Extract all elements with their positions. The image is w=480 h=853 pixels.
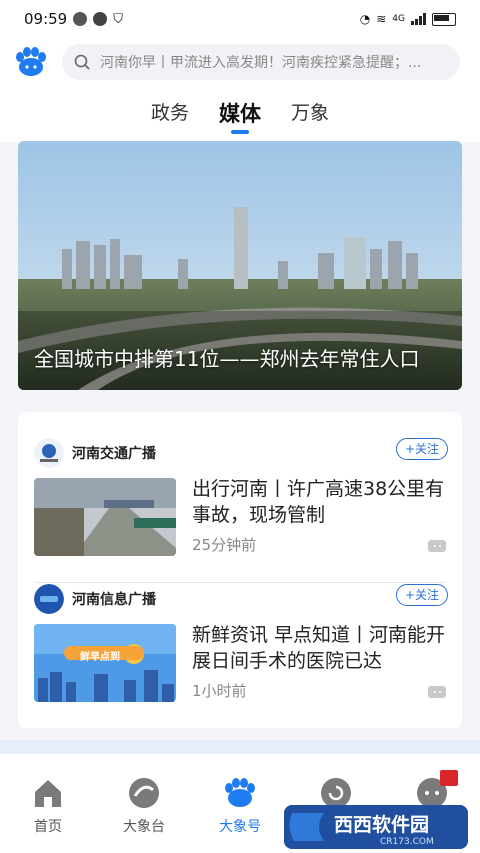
notification-badge <box>440 770 458 786</box>
tab-label: 媒体 <box>219 102 261 126</box>
status-bar: 09:59 ⛉ ◔ ≋ 4G <box>0 0 480 38</box>
search-input[interactable]: 河南你早丨甲流进入高发期！河南疾控紧急提醒；... <box>62 44 460 80</box>
paw-logo-icon[interactable] <box>14 45 48 79</box>
tab-media[interactable]: 媒体 <box>219 92 261 138</box>
search-icon <box>74 54 90 70</box>
shield-icon: ⛉ <box>113 11 123 27</box>
app-icon <box>93 12 108 26</box>
news-thumbnail: 鲜早点到 <box>34 624 176 702</box>
source-name[interactable]: 河南信息广播 <box>72 589 156 609</box>
tab-bar: 政务 媒体 万象 <box>0 92 480 138</box>
source-name[interactable]: 河南交通广播 <box>72 443 156 463</box>
tab-government[interactable]: 政务 <box>151 92 189 138</box>
more-options-icon[interactable] <box>428 540 446 552</box>
svg-text:西西软件园: 西西软件园 <box>334 813 429 836</box>
elephant-tv-icon <box>129 778 159 808</box>
news-thumbnail <box>34 478 176 556</box>
top-area: 河南你早丨甲流进入高发期！河南疾控紧急提醒；... 政务 媒体 万象 <box>0 38 480 142</box>
thumbnail-text: 鲜早点到 <box>80 652 120 663</box>
watermark-logo-image: 西西软件园 CR173.COM <box>284 805 468 849</box>
nav-label: 大象号 <box>219 819 261 835</box>
tab-all[interactable]: 万象 <box>291 92 329 138</box>
thumbnail-image <box>34 478 176 556</box>
battery-icon <box>432 12 456 26</box>
header: 河南你早丨甲流进入高发期！河南疾控紧急提醒；... <box>0 38 480 88</box>
svg-text:CR173.COM: CR173.COM <box>380 837 434 847</box>
search-placeholder: 河南你早丨甲流进入高发期！河南疾控紧急提醒；... <box>100 55 422 71</box>
speed-icon: ◔ <box>359 12 371 26</box>
status-time: 09:59 <box>24 10 68 28</box>
divider <box>34 582 446 583</box>
active-tab-indicator <box>231 130 249 134</box>
hero-caption: 全国城市中排第11位——郑州去年常住人口 <box>34 347 420 371</box>
news-title[interactable]: 出行河南丨许广高速38公里有事故，现场管制 <box>192 476 448 528</box>
source-row: 河南信息广播 <box>34 584 156 614</box>
nav-elephant-account[interactable]: 大象号 <box>192 754 288 836</box>
tab-label: 万象 <box>291 102 330 124</box>
notification-icon <box>73 12 88 26</box>
nav-home[interactable]: 首页 <box>0 754 96 836</box>
news-title[interactable]: 新鲜资讯 早点知道丨河南能开展日间手术的医院已达 <box>192 622 448 674</box>
home-icon <box>35 780 61 807</box>
news-time: 25分钟前 <box>192 536 257 554</box>
more-options-icon[interactable] <box>428 686 446 698</box>
news-time: 1小时前 <box>192 682 247 700</box>
paw-icon <box>225 778 255 807</box>
feed-card: 河南交通广播 +关注 出行河南丨许广高速38公里有事故，现场管制 25分钟前 河… <box>18 412 462 728</box>
hero-banner[interactable]: 全国城市中排第11位——郑州去年常住人口 <box>18 141 462 390</box>
source-avatar[interactable] <box>34 438 64 468</box>
network-type: 4G <box>392 14 405 24</box>
nav-elephant-tv[interactable]: 大象台 <box>96 754 192 836</box>
source-avatar[interactable] <box>34 584 64 614</box>
tab-label: 政务 <box>150 102 189 124</box>
nav-label: 首页 <box>34 819 62 835</box>
wifi-icon: ≋ <box>376 12 387 26</box>
source-row: 河南交通广播 <box>34 438 156 468</box>
follow-button[interactable]: +关注 <box>395 584 448 606</box>
content-edge <box>0 740 480 754</box>
signal-icon <box>411 13 426 25</box>
thumbnail-image <box>34 624 176 702</box>
nav-label: 大象台 <box>123 819 165 835</box>
watermark-logo: 西西软件园 CR173.COM <box>284 805 468 849</box>
follow-button[interactable]: +关注 <box>395 438 448 460</box>
